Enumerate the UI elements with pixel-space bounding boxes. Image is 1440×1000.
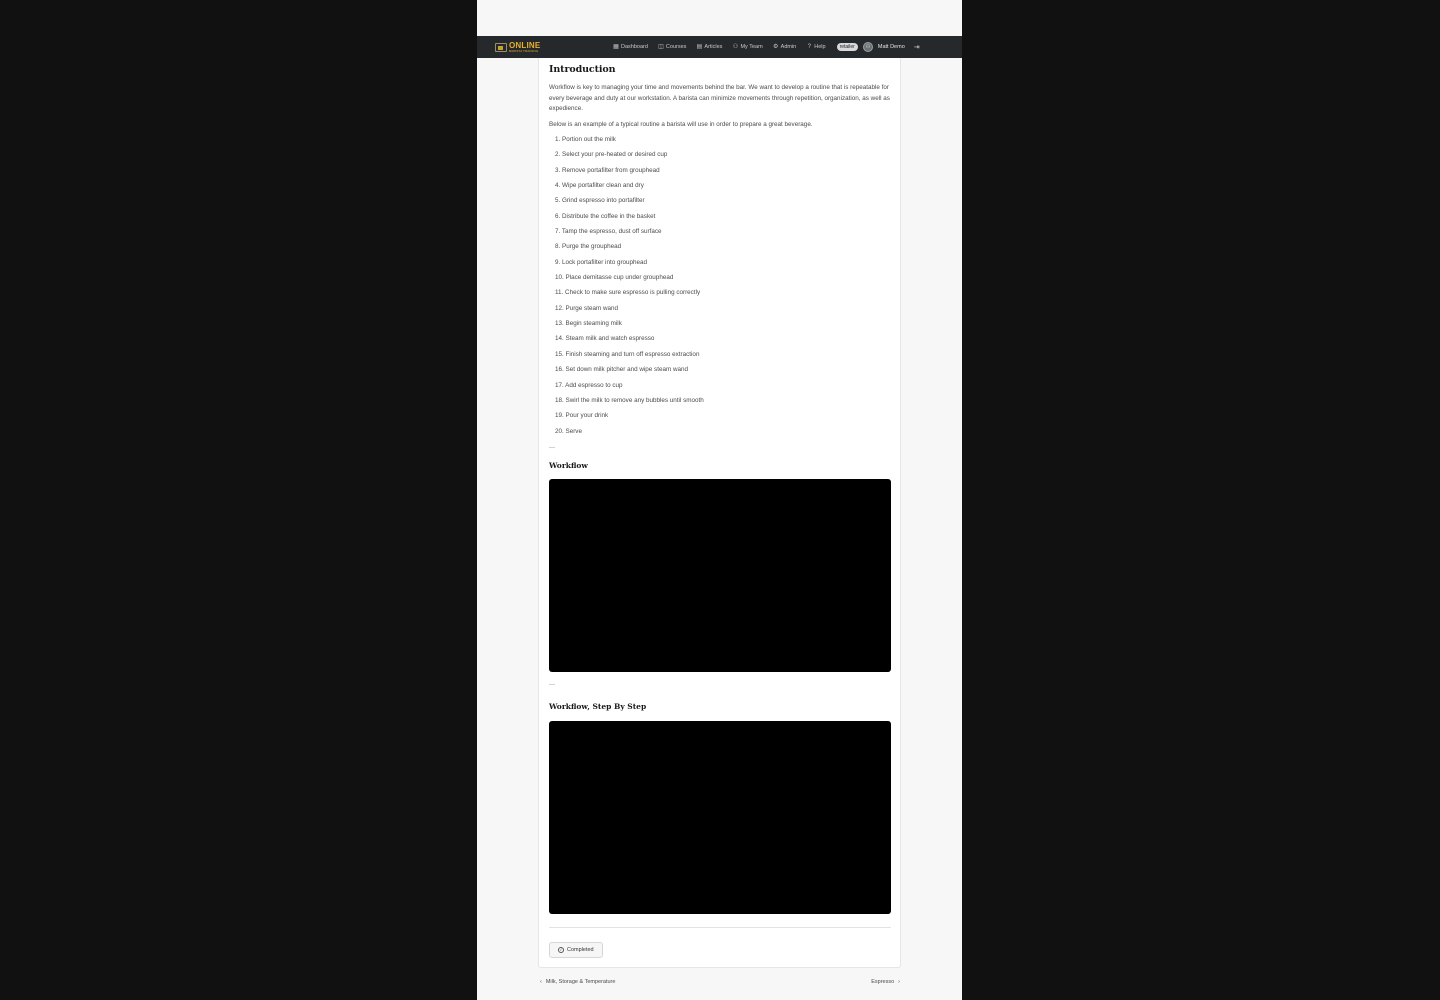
list-item: 5. Grind espresso into portafilter <box>555 197 645 205</box>
nav-help[interactable]: ? Help <box>806 44 826 50</box>
role-badge: retailer <box>836 43 858 51</box>
nav-label: Courses <box>665 44 687 50</box>
nav-courses[interactable]: ◫ Courses <box>658 44 686 50</box>
list-item: 20. Serve <box>555 427 582 435</box>
list-item: 8. Purge the grouphead <box>555 243 622 251</box>
grid-icon: ▦ <box>613 44 619 50</box>
list-item: 17. Add espresso to cup <box>555 381 623 389</box>
list-item: 3. Remove portafilter from grouphead <box>555 166 660 174</box>
chevron-right-icon: › <box>898 979 900 985</box>
lesson-card: Introduction Workflow is key to managing… <box>538 58 901 968</box>
step-by-step-section-title: Workflow, Step By Step <box>549 701 647 711</box>
user-icon: ⚇ <box>865 44 871 50</box>
list-item: 19. Pour your drink <box>555 412 609 420</box>
brand-logo[interactable]: ONLINE BARISTA TRAINING <box>495 41 555 53</box>
list-item: 2. Select your pre-heated or desired cup <box>555 151 668 159</box>
nav-label: Dashboard <box>621 44 648 50</box>
logo-icon <box>495 42 507 52</box>
step-by-step-video-player[interactable] <box>549 720 891 914</box>
completed-label: Completed <box>567 946 594 953</box>
nav-articles[interactable]: ▤ Articles <box>696 44 723 50</box>
intro-paragraph: Workflow is key to managing your time an… <box>549 84 890 112</box>
divider <box>549 926 891 928</box>
separator: --- <box>549 444 555 451</box>
list-item: 13. Begin steaming milk <box>555 320 622 328</box>
list-item: 10. Place demitasse cup under grouphead <box>555 274 674 282</box>
nav-my-team[interactable]: ⚇ My Team <box>732 44 763 50</box>
avatar[interactable]: ⚇ <box>862 42 873 52</box>
nav-label: Admin <box>780 44 797 50</box>
user-area: retailer ⚇ Matt Demo ⇥ <box>836 42 920 52</box>
user-name[interactable]: Matt Demo <box>878 44 905 50</box>
previous-lesson-link[interactable]: ‹ Milk, Storage & Temperature <box>540 979 615 985</box>
completion-row: ✓ Completed <box>549 938 890 958</box>
next-lesson-label: Espresso <box>871 979 895 985</box>
previous-lesson-label: Milk, Storage & Temperature <box>545 979 616 985</box>
top-navigation-bar: ONLINE BARISTA TRAINING ▦ Dashboard ◫ Co… <box>477 36 962 58</box>
main-nav: ▦ Dashboard ◫ Courses ▤ Articles ⚇ My Te… <box>613 44 826 50</box>
list-item: 1. Portion out the milk <box>555 136 616 143</box>
list-item: 6. Distribute the coffee in the basket <box>555 212 656 220</box>
workflow-video-player[interactable] <box>549 478 891 672</box>
nav-label: Articles <box>704 44 723 50</box>
routine-paragraph: Below is an example of a typical routine… <box>549 120 813 128</box>
list-item: 7. Tamp the espresso, dust off surface <box>555 228 662 236</box>
list-item: 16. Set down milk pitcher and wipe steam… <box>555 366 689 374</box>
completed-button[interactable]: ✓ Completed <box>549 941 603 958</box>
lesson-heading: Introduction <box>549 64 616 75</box>
logout-icon[interactable]: ⇥ <box>914 43 920 51</box>
nav-label: My Team <box>740 44 763 50</box>
next-lesson-link[interactable]: Espresso › <box>871 979 900 985</box>
workflow-section-title: Workflow <box>549 460 588 470</box>
workflow-steps-list: 1. Portion out the milk 2. Select your p… <box>555 136 890 443</box>
logo-wordmark: ONLINE BARISTA TRAINING <box>509 41 540 53</box>
book-icon: ◫ <box>658 44 664 50</box>
list-item: 11. Check to make sure espresso is pulli… <box>555 289 701 297</box>
nav-admin[interactable]: ⚙ Admin <box>772 44 797 50</box>
app-viewport: ONLINE BARISTA TRAINING ▦ Dashboard ◫ Co… <box>477 0 962 1000</box>
newspaper-icon: ▤ <box>696 44 703 50</box>
nav-dashboard[interactable]: ▦ Dashboard <box>613 44 648 50</box>
question-icon: ? <box>807 44 811 50</box>
list-item: 14. Steam milk and watch espresso <box>555 335 655 343</box>
list-item: 9. Lock portafilter into grouphead <box>555 258 648 266</box>
separator: --- <box>549 681 555 688</box>
gear-icon: ⚙ <box>772 44 779 50</box>
logo-subtitle: BARISTA TRAINING <box>509 48 539 53</box>
list-item: 18. Swirl the milk to remove any bubbles… <box>555 396 704 404</box>
lesson-pagination: ‹ Milk, Storage & Temperature Espresso › <box>540 979 900 985</box>
chevron-left-icon: ‹ <box>540 979 542 985</box>
list-item: 12. Purge steam wand <box>555 304 619 312</box>
nav-label: Help <box>814 44 826 50</box>
check-circle-icon: ✓ <box>558 946 564 953</box>
list-item: 4. Wipe portafilter clean and dry <box>555 182 644 190</box>
list-item: 15. Finish steaming and turn off espress… <box>555 350 700 358</box>
users-icon: ⚇ <box>732 44 739 50</box>
